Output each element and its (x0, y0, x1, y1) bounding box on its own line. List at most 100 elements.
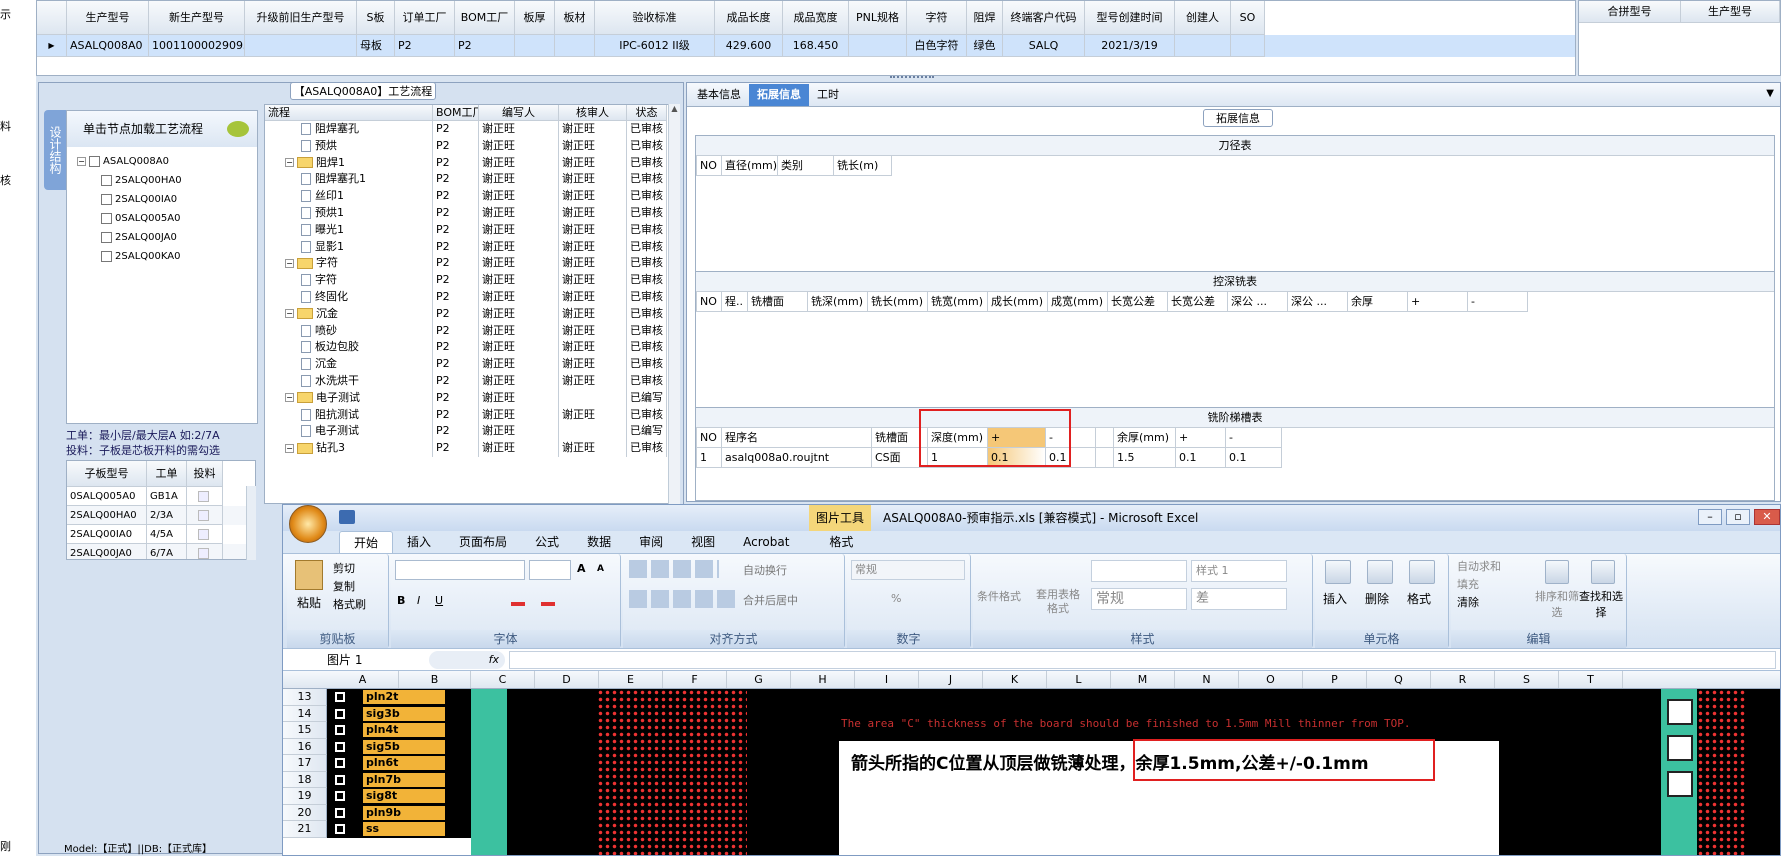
col-header[interactable]: 余厚(mm) (1114, 428, 1176, 448)
cell[interactable]: 谢正旺 (479, 322, 559, 340)
tree-node[interactable]: 0SALQ005A0 (67, 208, 257, 227)
cell[interactable]: 已审核 (627, 238, 667, 256)
layer-cell[interactable]: ss (327, 821, 471, 838)
row-header[interactable]: 16 (283, 738, 327, 755)
table-row[interactable]: 0SALQ005A0 GB1A (67, 487, 255, 506)
cell[interactable]: 已审核 (627, 322, 667, 340)
cell[interactable]: 已审核 (627, 121, 667, 138)
column-header[interactable]: D (535, 671, 599, 688)
col-header[interactable]: 直径(mm) (722, 156, 778, 176)
nav-icon[interactable] (1667, 735, 1693, 761)
cell[interactable]: 已审核 (627, 221, 667, 239)
tab-design-structure[interactable]: 设计结构 (44, 110, 66, 190)
font-name-select[interactable] (395, 560, 525, 580)
table-row[interactable]: 阻焊塞孔1 P2 谢正旺 谢正旺 已审核 (265, 171, 679, 189)
col-header[interactable]: + (1408, 292, 1468, 312)
cell[interactable]: P2 (433, 406, 479, 424)
cell[interactable]: P2 (433, 255, 479, 273)
cell[interactable]: P2 (433, 440, 479, 457)
cell[interactable]: − 电子测试 (265, 389, 433, 407)
table-row[interactable]: 电子测试 P2 谢正旺 已编写 (265, 423, 679, 441)
cell[interactable]: 谢正旺 (559, 339, 627, 357)
row-header[interactable]: 21 (283, 821, 327, 838)
copy-button[interactable]: 复制 (333, 578, 355, 594)
col-header[interactable]: 升级前旧生产型号 (245, 1, 357, 35)
number-format-select[interactable]: 常规 (851, 560, 965, 580)
picture-tools-tab[interactable]: 图片工具 (809, 505, 871, 531)
paste-icon[interactable] (295, 560, 323, 590)
cell[interactable]: 谢正旺 (559, 204, 627, 222)
tree-node[interactable]: − ASALQ008A0 (67, 151, 257, 170)
cell[interactable] (559, 423, 627, 441)
col-header[interactable]: BOM工厂 (433, 105, 479, 121)
cell[interactable]: 谢正旺 (559, 154, 627, 172)
table-row[interactable]: 2SALQ00JA0 6/7A (67, 544, 255, 559)
merge-center-button[interactable]: 合并后居中 (743, 592, 798, 608)
cell[interactable]: 谢正旺 (479, 238, 559, 256)
flow-grid[interactable]: 流程 BOM工厂 编写人 核审人 状态 阻焊塞孔 P2 谢正旺 谢正旺 已审核 预烘 P2 谢正旺 谢正… (264, 104, 680, 504)
col-header[interactable]: - (1226, 428, 1282, 448)
col-header[interactable]: 成品宽度 (783, 1, 849, 35)
col-header[interactable]: 型号创建时间 (1085, 1, 1175, 35)
cell[interactable]: P2 (433, 171, 479, 189)
conditional-format-icon[interactable] (981, 558, 1009, 584)
ribbon-tab[interactable]: 公式 (521, 531, 573, 553)
cell[interactable]: 显影1 (265, 238, 433, 256)
cell[interactable]: 谢正旺 (479, 121, 559, 138)
table-row[interactable]: 显影1 P2 谢正旺 谢正旺 已审核 (265, 238, 679, 256)
col-header[interactable]: 新生产型号 (149, 1, 245, 35)
sub-grid-scrollbar[interactable] (246, 486, 256, 560)
col-header[interactable]: 核审人 (559, 105, 627, 121)
table-row[interactable]: 水洗烘干 P2 谢正旺 谢正旺 已审核 (265, 372, 679, 390)
cell[interactable] (245, 35, 357, 57)
col-header[interactable]: 字符 (907, 1, 967, 35)
cell[interactable]: 谢正旺 (479, 288, 559, 306)
clear-button[interactable]: 清除 (1457, 594, 1479, 610)
cell[interactable]: P2 (433, 423, 479, 441)
collapse-icon[interactable]: − (285, 158, 294, 168)
checkbox[interactable] (335, 741, 345, 752)
col-header[interactable]: 投料 (187, 461, 223, 487)
col-header[interactable]: 阻焊 (967, 1, 1003, 35)
cell[interactable]: 谢正旺 (559, 238, 627, 256)
layer-cell[interactable]: pln4t (327, 722, 471, 739)
col-header[interactable]: PNL规格 (849, 1, 907, 35)
col-header[interactable]: 创建人 (1175, 1, 1231, 35)
col-header[interactable]: 终端客户代码 (1003, 1, 1085, 35)
cell[interactable]: P2 (455, 35, 515, 57)
table-row[interactable]: − 钻孔3 P2 谢正旺 谢正旺 已审核 (265, 440, 679, 457)
cell[interactable]: IPC-6012 II级 (595, 35, 715, 57)
row-header[interactable]: 17 (283, 755, 327, 772)
insert-cells-icon[interactable] (1325, 560, 1351, 584)
column-header[interactable]: L (1047, 671, 1111, 688)
column-header[interactable]: J (919, 671, 983, 688)
column-header[interactable]: I (855, 671, 919, 688)
cell[interactable]: 预烘1 (265, 204, 433, 222)
cell[interactable]: 429.600 (715, 35, 783, 57)
sort-filter-button[interactable]: 排序和筛选 (1535, 588, 1579, 620)
table-row[interactable]: 阻焊塞孔 P2 谢正旺 谢正旺 已审核 (265, 121, 679, 138)
cell[interactable]: 6/7A (147, 544, 187, 559)
format-cells-button[interactable]: 格式 (1407, 590, 1431, 607)
cell[interactable]: P2 (433, 288, 479, 306)
col-header[interactable]: 铣宽(mm) (928, 292, 988, 312)
cell[interactable]: 0.1 (1176, 448, 1226, 468)
cell[interactable]: 谢正旺 (559, 406, 627, 424)
cell[interactable]: 母板 (357, 35, 395, 57)
row-header[interactable]: 14 (283, 705, 327, 722)
checkbox[interactable] (197, 547, 209, 559)
cell[interactable]: 谢正旺 (479, 305, 559, 323)
checkbox[interactable] (335, 708, 345, 719)
cell[interactable]: 丝印1 (265, 188, 433, 205)
layer-cell[interactable]: sig3b (327, 705, 471, 722)
tree-node[interactable]: 2SALQ00KA0 (67, 246, 257, 265)
sort-filter-icon[interactable] (1545, 560, 1569, 584)
ribbon-tab[interactable]: 格式 (815, 531, 867, 553)
column-header[interactable]: E (599, 671, 663, 688)
col-header[interactable] (1096, 428, 1114, 448)
cell[interactable]: 谢正旺 (479, 440, 559, 457)
ribbon-tabs[interactable]: 开始 插入 页面布局 公式 数据 审阅 视图 Acrobat 格式 (283, 531, 1780, 553)
cell[interactable]: 已审核 (627, 305, 667, 323)
shrink-font-button[interactable]: A (597, 564, 604, 574)
table-row[interactable]: − 电子测试 P2 谢正旺 已编写 (265, 389, 679, 407)
